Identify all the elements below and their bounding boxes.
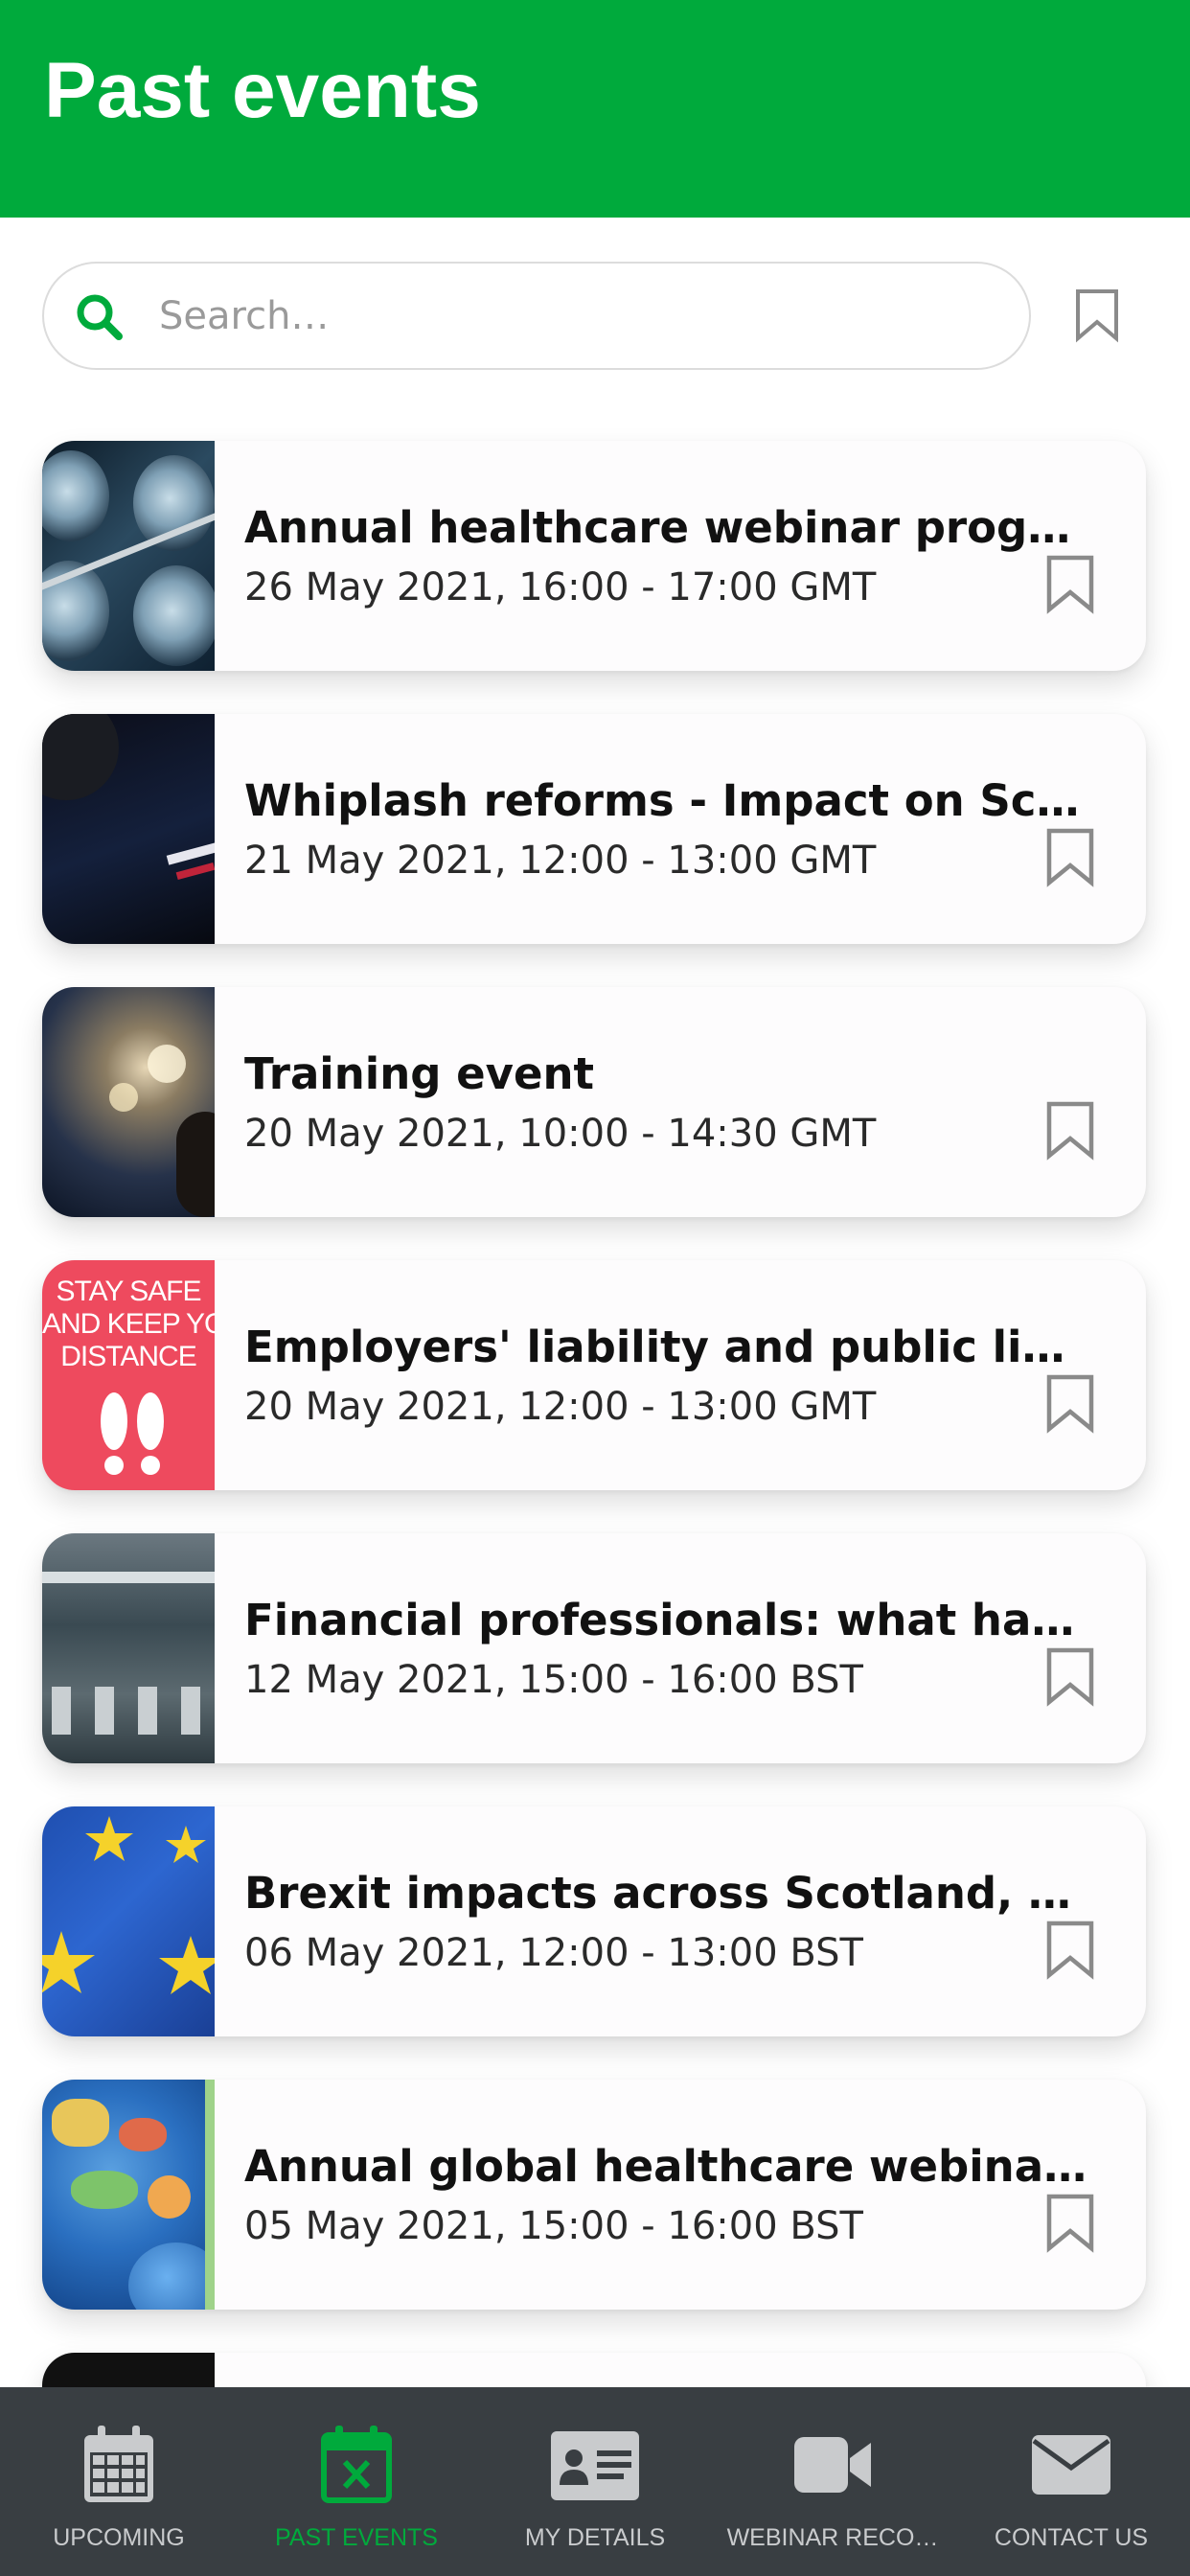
bookmark-icon[interactable] bbox=[1044, 827, 1096, 888]
nav-tab-contact-us[interactable]: CONTACT US bbox=[952, 2387, 1190, 2576]
event-card[interactable]: Training event 20 May 2021, 10:00 - 14:3… bbox=[42, 987, 1146, 1217]
nav-tab-webinar-recordings[interactable]: WEBINAR RECO… bbox=[714, 2387, 951, 2576]
envelope-icon bbox=[1032, 2435, 1110, 2495]
event-thumbnail bbox=[42, 714, 215, 944]
event-title: Financial professionals: what has b… bbox=[244, 1595, 1087, 1645]
bottom-navigation: UPCOMING PAST EVENTS MY DETAILS WEBINAR … bbox=[0, 2387, 1190, 2576]
nav-label: WEBINAR RECO… bbox=[726, 2524, 939, 2551]
event-title: Employers' liability and public liabil… bbox=[244, 1322, 1087, 1372]
event-card[interactable]: Brexit impacts across Scotland, Nor… 06 … bbox=[42, 1806, 1146, 2036]
video-camera-icon bbox=[794, 2437, 871, 2493]
bookmark-icon[interactable] bbox=[1044, 1373, 1096, 1435]
bookmark-icon[interactable] bbox=[1044, 1646, 1096, 1708]
calendar-x-icon bbox=[321, 2426, 392, 2503]
event-title: Training event bbox=[244, 1048, 595, 1099]
event-list: Annual healthcare webinar progra… 26 May… bbox=[0, 0, 1190, 2576]
bookmark-icon[interactable] bbox=[1044, 1920, 1096, 1981]
event-title: Whiplash reforms - Impact on Scotl… bbox=[244, 775, 1087, 826]
calendar-icon bbox=[84, 2426, 153, 2502]
event-title: Annual healthcare webinar progra… bbox=[244, 502, 1087, 553]
bookmark-icon[interactable] bbox=[1044, 554, 1096, 615]
bookmark-icon[interactable] bbox=[1044, 1100, 1096, 1162]
nav-tab-past-events[interactable]: PAST EVENTS bbox=[238, 2387, 475, 2576]
event-date: 05 May 2021, 15:00 - 16:00 BST bbox=[244, 2204, 863, 2248]
nav-tab-upcoming[interactable]: UPCOMING bbox=[0, 2387, 238, 2576]
nav-label: UPCOMING bbox=[53, 2524, 185, 2551]
nav-label: PAST EVENTS bbox=[275, 2524, 438, 2551]
event-date: 20 May 2021, 10:00 - 14:30 GMT bbox=[244, 1112, 877, 1156]
event-date: 21 May 2021, 12:00 - 13:00 GMT bbox=[244, 839, 877, 883]
event-date: 12 May 2021, 15:00 - 16:00 BST bbox=[244, 1658, 863, 1702]
bookmark-icon[interactable] bbox=[1044, 2193, 1096, 2254]
event-card[interactable]: Whiplash reforms - Impact on Scotl… 21 M… bbox=[42, 714, 1146, 944]
event-thumbnail bbox=[42, 2080, 215, 2310]
id-card-icon bbox=[551, 2431, 639, 2500]
event-card[interactable]: Annual global healthcare webinar p… 05 M… bbox=[42, 2080, 1146, 2310]
thumbnail-caption: STAY SAFE AND KEEP YO DISTANCE bbox=[42, 1276, 215, 1372]
event-card[interactable]: STAY SAFE AND KEEP YO DISTANCE Employers… bbox=[42, 1260, 1146, 1490]
star-icon bbox=[42, 1816, 215, 1994]
event-thumbnail: STAY SAFE AND KEEP YO DISTANCE bbox=[42, 1260, 215, 1490]
event-date: 26 May 2021, 16:00 - 17:00 GMT bbox=[244, 565, 877, 610]
footprints-icon bbox=[101, 1392, 164, 1475]
event-thumbnail bbox=[42, 987, 215, 1217]
event-title: Annual global healthcare webinar p… bbox=[244, 2141, 1087, 2192]
event-card[interactable]: Annual healthcare webinar progra… 26 May… bbox=[42, 441, 1146, 671]
nav-label: CONTACT US bbox=[994, 2524, 1149, 2551]
event-date: 06 May 2021, 12:00 - 13:00 BST bbox=[244, 1931, 863, 1975]
event-thumbnail bbox=[42, 441, 215, 671]
event-thumbnail bbox=[42, 1806, 215, 2036]
event-thumbnail bbox=[42, 1533, 215, 1763]
nav-tab-my-details[interactable]: MY DETAILS bbox=[476, 2387, 714, 2576]
event-title: Brexit impacts across Scotland, Nor… bbox=[244, 1868, 1087, 1919]
event-date: 20 May 2021, 12:00 - 13:00 GMT bbox=[244, 1385, 877, 1429]
nav-label: MY DETAILS bbox=[524, 2524, 666, 2551]
event-card[interactable]: Financial professionals: what has b… 12 … bbox=[42, 1533, 1146, 1763]
